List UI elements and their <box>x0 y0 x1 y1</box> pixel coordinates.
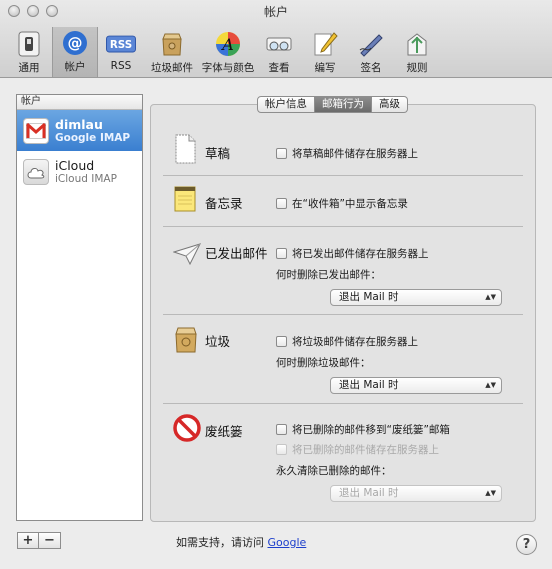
cloud-icon <box>23 158 49 185</box>
checkbox-box[interactable] <box>276 248 287 259</box>
junk-title: 垃圾 <box>205 334 231 349</box>
delete-sent-select[interactable]: 退出 Mail 时 ▲▼ <box>330 289 502 306</box>
store-deleted-checkbox[interactable]: 将已删除的邮件储存在服务器上 <box>276 442 439 457</box>
toolbar-rules[interactable]: 规则 <box>394 28 440 76</box>
store-drafts-checkbox[interactable]: 将草稿邮件储存在服务器上 <box>276 146 418 161</box>
store-sent-checkbox[interactable]: 将已发出邮件储存在服务器上 <box>276 246 429 261</box>
select-arrows-icon: ▲▼ <box>485 489 496 497</box>
toolbar-viewing[interactable]: 查看 <box>256 28 302 76</box>
account-item-icloud[interactable]: iCloud iCloud IMAP <box>17 151 142 192</box>
svg-text:A: A <box>220 35 234 54</box>
tab-advanced[interactable]: 高级 <box>372 96 408 113</box>
checkbox-box[interactable] <box>276 444 287 455</box>
account-name: dimlau <box>55 116 103 132</box>
compose-pencil-icon <box>310 30 340 58</box>
section-divider <box>163 314 523 315</box>
select-arrows-icon: ▲▼ <box>485 381 496 389</box>
remove-account-button[interactable]: − <box>39 532 61 549</box>
notes-section: 备忘录 在“收件箱”中显示备忘录 <box>163 182 523 222</box>
account-item-dimlau[interactable]: dimlau Google IMAP <box>17 110 142 151</box>
select-arrows-icon: ▲▼ <box>485 293 496 301</box>
settings-tabs: 帐户信息 邮箱行为 高级 <box>257 96 408 113</box>
drafts-section: 草稿 将草稿邮件储存在服务器上 <box>163 132 523 172</box>
accounts-list-header: 帐户 <box>17 95 142 110</box>
toolbar-composing[interactable]: 编写 <box>302 28 348 76</box>
junk-section: 垃圾 将垃圾邮件储存在服务器上 何时删除垃圾邮件： 退出 Mail 时 ▲▼ <box>163 322 523 396</box>
junk-bag-icon <box>173 325 203 355</box>
tab-account-info[interactable]: 帐户信息 <box>257 96 315 113</box>
notes-pad-icon <box>173 185 203 215</box>
toolbar-rss[interactable]: RSS RSS <box>98 28 144 76</box>
rules-icon <box>402 30 432 58</box>
section-divider <box>163 175 523 176</box>
fonts-colors-icon: A <box>213 30 243 58</box>
toolbar-fonts-colors[interactable]: A 字体与颜色 <box>200 28 256 76</box>
signature-icon <box>356 30 386 58</box>
trash-title: 废纸篓 <box>205 424 243 439</box>
svg-text:@: @ <box>68 34 83 52</box>
account-type: iCloud IMAP <box>55 172 117 185</box>
account-add-remove-buttons: + − <box>17 532 61 549</box>
toolbar-signatures[interactable]: 签名 <box>348 28 394 76</box>
move-to-trash-checkbox[interactable]: 将已删除的邮件移到“废纸篓”邮箱 <box>276 422 450 437</box>
preferences-toolbar: 通用 @ 帐户 RSS RSS 垃圾邮件 A 字体与颜色 查看 编写 签名 规则 <box>6 27 440 77</box>
toolbar-junk[interactable]: 垃圾邮件 <box>144 28 200 76</box>
section-divider <box>163 226 523 227</box>
checkbox-box[interactable] <box>276 198 287 209</box>
junk-mail-icon <box>157 30 187 58</box>
toolbar-general[interactable]: 通用 <box>6 28 52 76</box>
paper-plane-icon <box>172 242 203 272</box>
google-support-link[interactable]: Google <box>268 536 307 549</box>
show-notes-in-inbox-checkbox[interactable]: 在“收件箱”中显示备忘录 <box>276 196 408 211</box>
sent-section: 已发出邮件 将已发出邮件储存在服务器上 何时删除已发出邮件： 退出 Mail 时… <box>163 236 523 308</box>
draft-document-icon <box>173 134 203 164</box>
delete-sent-label: 何时删除已发出邮件： <box>276 269 381 281</box>
delete-junk-label: 何时删除垃圾邮件： <box>276 357 371 369</box>
sent-title: 已发出邮件 <box>205 246 268 261</box>
general-switch-icon <box>14 30 44 58</box>
svg-text:RSS: RSS <box>110 39 132 51</box>
glasses-icon <box>264 30 294 58</box>
help-button[interactable]: ? <box>516 534 537 555</box>
tab-mailbox-behavior[interactable]: 邮箱行为 <box>315 96 372 113</box>
account-type: Google IMAP <box>55 131 131 144</box>
gmail-icon <box>23 117 49 144</box>
rss-icon: RSS <box>106 30 136 58</box>
drafts-title: 草稿 <box>205 146 231 161</box>
trash-section: 废纸篓 将已删除的邮件移到“废纸篓”邮箱 将已删除的邮件储存在服务器上 永久清除… <box>163 412 523 506</box>
notes-title: 备忘录 <box>205 196 243 211</box>
add-account-button[interactable]: + <box>17 532 39 549</box>
checkbox-box[interactable] <box>276 424 287 435</box>
erase-deleted-select[interactable]: 退出 Mail 时 ▲▼ <box>330 485 502 502</box>
erase-deleted-label: 永久清除已删除的邮件： <box>276 465 392 477</box>
delete-junk-select[interactable]: 退出 Mail 时 ▲▼ <box>330 377 502 394</box>
toolbar-accounts[interactable]: @ 帐户 <box>52 27 98 77</box>
store-junk-checkbox[interactable]: 将垃圾邮件储存在服务器上 <box>276 334 418 349</box>
section-divider <box>163 403 523 404</box>
window-title: 帐户 <box>263 5 288 19</box>
at-sign-icon: @ <box>60 29 90 57</box>
no-entry-trash-icon <box>173 414 203 444</box>
accounts-list[interactable]: 帐户 dimlau Google IMAP iCloud iCloud IMAP <box>16 94 143 521</box>
checkbox-box[interactable] <box>276 148 287 159</box>
checkbox-box[interactable] <box>276 336 287 347</box>
account-name: iCloud <box>55 157 95 173</box>
support-text: 如需支持，请访问 Google <box>176 536 307 549</box>
title-bar: 帐户 通用 @ 帐户 RSS RSS 垃圾邮件 A 字体与颜色 查看 编写 签名… <box>0 0 552 78</box>
